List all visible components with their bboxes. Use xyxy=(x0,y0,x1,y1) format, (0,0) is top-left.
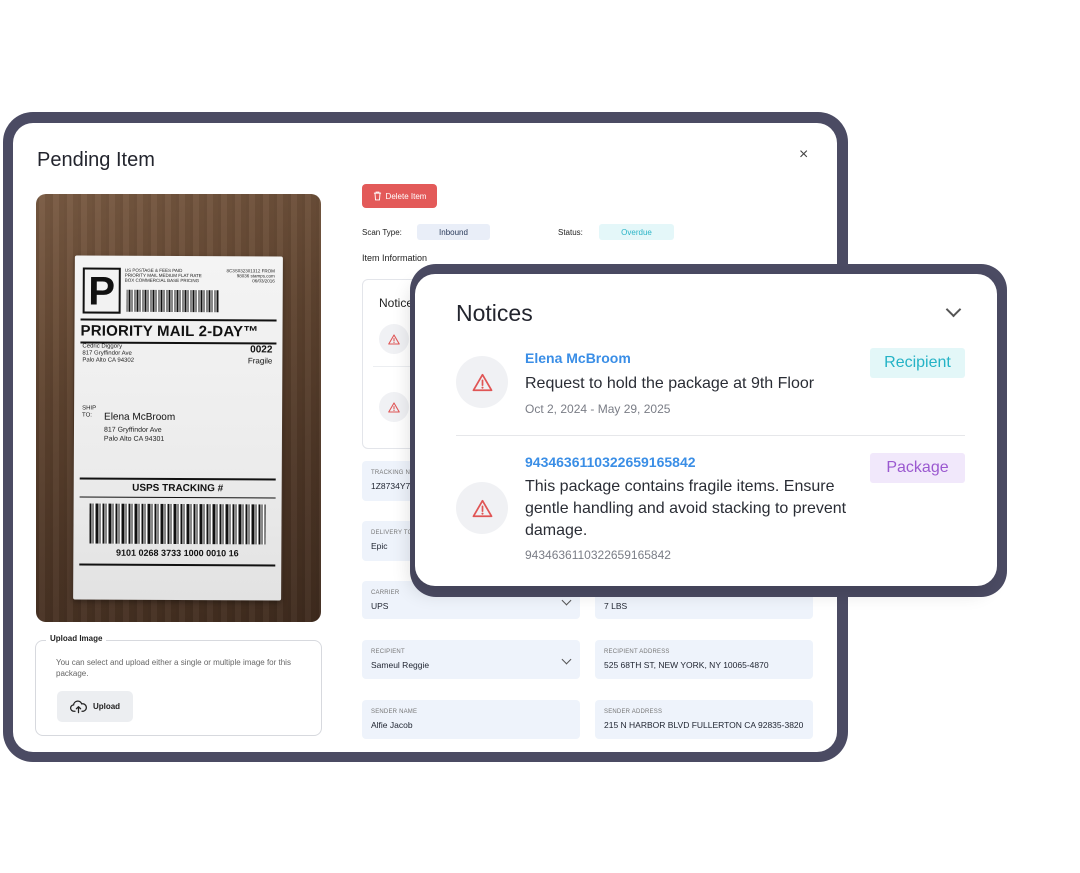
upload-description: You can select and upload either a singl… xyxy=(56,658,291,678)
trash-icon xyxy=(373,191,381,201)
postage-barcode xyxy=(126,289,219,313)
cloud-upload-icon xyxy=(69,699,87,713)
field-label: SENDER NAME xyxy=(371,709,418,715)
sender-block: Cedric Diggory 817 Gryffindor Ave Palo A… xyxy=(82,343,134,364)
scan-type-label: Scan Type: xyxy=(362,228,402,237)
status-label: Status: xyxy=(558,228,583,237)
notice-body: This package contains fragile items. Ens… xyxy=(525,478,847,539)
package-tag: Package xyxy=(870,453,965,483)
sender-name-field[interactable]: SENDER NAME Alfie Jacob xyxy=(362,700,580,739)
to-address: 817 Gryffindor Ave Palo Alto CA 94301 xyxy=(104,426,164,444)
tracking-number-text: 9101 0268 3733 1000 0010 16 xyxy=(116,547,239,559)
label-divider xyxy=(79,563,276,567)
item-information-heading: Item Information xyxy=(362,253,428,263)
postage-header: US POSTAGE & FEES PAID PRIORITY MAIL MED… xyxy=(124,267,202,284)
chevron-down-icon[interactable] xyxy=(945,301,962,318)
field-label: SENDER ADDRESS xyxy=(604,709,663,715)
ship-to-label: SHIP TO: xyxy=(82,405,97,419)
notices-title: Notices xyxy=(456,300,533,326)
field-label: CARRIER xyxy=(371,590,400,596)
field-label: RECIPIENT xyxy=(371,649,405,655)
to-line1: 817 Gryffindor Ave xyxy=(103,426,162,434)
field-value: 1Z8734Y70 xyxy=(371,481,415,491)
upload-label: Upload xyxy=(92,702,121,711)
label-code: 0022 Fragile xyxy=(248,344,273,366)
recipient-select[interactable]: RECIPIENT Sameul Reggie xyxy=(362,640,580,679)
field-value: Epic xyxy=(371,541,388,551)
field-label: RECIPIENT ADDRESS xyxy=(604,649,670,655)
delete-item-button[interactable]: Delete Item xyxy=(362,184,437,208)
mail-class-letter: P xyxy=(82,267,121,314)
recipient-tag: Recipient xyxy=(870,348,965,378)
field-value: Sameul Reggie xyxy=(371,660,430,670)
alert-triangle-icon xyxy=(456,356,508,408)
alert-triangle-icon xyxy=(456,482,508,534)
notice-tracking-number: 9434636110322659165842 xyxy=(525,548,671,562)
to-line2: Palo Alto CA 94301 xyxy=(103,435,165,443)
upload-image-box: Upload Image You can select and upload e… xyxy=(35,634,322,736)
tracking-barcode xyxy=(89,503,266,545)
recipient-address-field[interactable]: RECIPIENT ADDRESS 525 68TH ST, NEW YORK,… xyxy=(595,640,813,679)
notices-popover: Notices Elena McBroom Request to hold th… xyxy=(415,274,997,586)
scan-type-badge: Inbound xyxy=(417,224,490,240)
modal-title: Pending Item xyxy=(37,149,155,171)
field-label: DELIVERY TO xyxy=(371,530,413,536)
notice-date-range: Oct 2, 2024 - May 29, 2025 xyxy=(525,402,671,416)
upload-legend: Upload Image xyxy=(46,634,107,643)
shipping-label: P US POSTAGE & FEES PAID PRIORITY MAIL M… xyxy=(73,255,283,601)
chevron-down-icon xyxy=(561,595,572,606)
code-number: 0022 xyxy=(250,344,273,356)
chevron-down-icon xyxy=(561,654,572,665)
notice-heading[interactable]: Elena McBroom xyxy=(525,350,631,366)
upload-button[interactable]: Upload xyxy=(57,691,133,722)
alert-triangle-icon xyxy=(379,392,409,422)
field-value: Alfie Jacob xyxy=(371,720,413,730)
sender-address-field[interactable]: SENDER ADDRESS 215 N HARBOR BLVD FULLERT… xyxy=(595,700,813,739)
tracking-title: USPS TRACKING # xyxy=(79,477,276,499)
status-badge: Overdue xyxy=(599,224,674,240)
field-value: 215 N HARBOR BLVD FULLERTON CA 92835-382… xyxy=(604,720,804,730)
field-value: 525 68TH ST, NEW YORK, NY 10065-4870 xyxy=(604,660,769,670)
notice-divider xyxy=(456,435,965,436)
notice-body: Request to hold the package at 9th Floor xyxy=(525,375,815,392)
notice-heading[interactable]: 9434636110322659165842 xyxy=(525,454,696,470)
delete-label: Delete Item xyxy=(385,191,427,201)
service-name: PRIORITY MAIL 2-DAY™ xyxy=(80,318,277,345)
postage-header-right: 8C3S032301312 FROM 98036 stamps.com 06/0… xyxy=(226,268,275,284)
to-name: Elena McBroom xyxy=(104,411,176,423)
from-line2: Palo Alto CA 94302 xyxy=(82,357,135,364)
code-note: Fragile xyxy=(247,356,273,366)
alert-triangle-icon xyxy=(379,324,409,354)
package-label-photo: P US POSTAGE & FEES PAID PRIORITY MAIL M… xyxy=(36,194,321,622)
field-value: UPS xyxy=(371,601,389,611)
close-icon[interactable]: × xyxy=(799,147,808,163)
field-value: 7 LBS xyxy=(604,601,628,611)
